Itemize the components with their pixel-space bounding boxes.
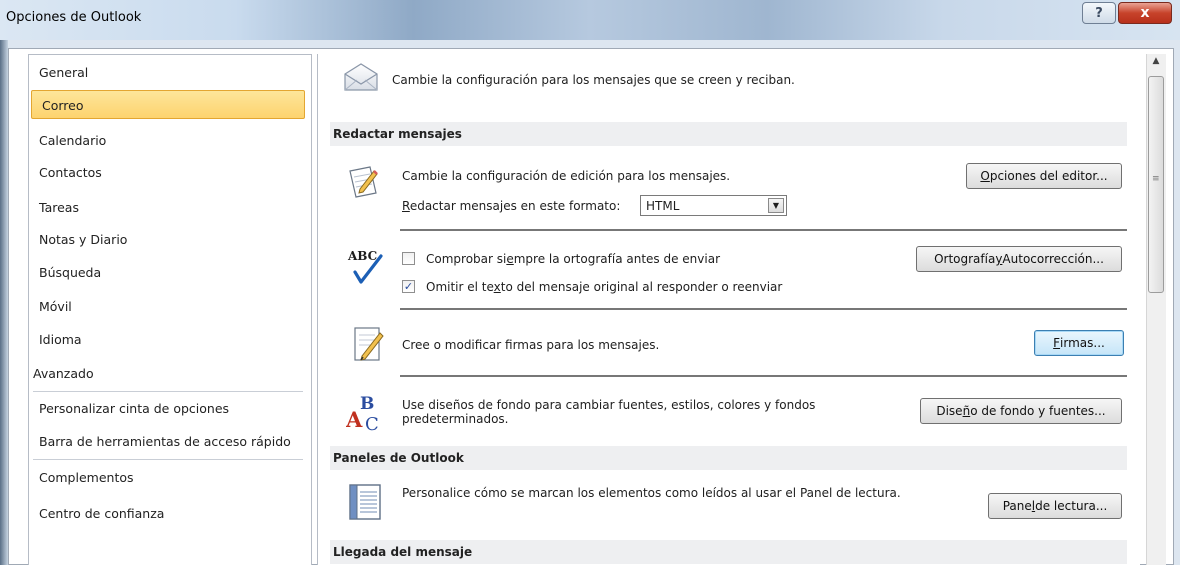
signatures-button[interactable]: Firmas... xyxy=(1034,330,1124,356)
stationery-description-line2: predeterminados. xyxy=(402,412,509,426)
spell-check-label-post: mpre la ortografía antes de enviar xyxy=(513,252,721,266)
stationery-button-label-post: o de fondo y fuentes... xyxy=(970,404,1106,418)
spell-check-checkbox[interactable] xyxy=(402,252,415,265)
edit-document-icon xyxy=(349,166,378,198)
sidebar-item-calendario[interactable]: Calendario xyxy=(39,133,106,148)
stationery-fonts-button[interactable]: Dise ñ o de fondo y fuentes... xyxy=(920,398,1122,424)
reading-pane-icon xyxy=(349,484,381,520)
omit-label-post: to del mensaje original al responder o r… xyxy=(500,280,783,294)
reading-button-label-post: de lectura... xyxy=(1035,499,1108,513)
scroll-up-icon[interactable]: ▲ xyxy=(1146,56,1166,74)
omit-original-checkbox[interactable]: ✓ xyxy=(402,280,415,293)
spell-button-accesskey: y xyxy=(995,252,1003,266)
chevron-down-icon[interactable]: ▼ xyxy=(768,198,784,213)
spell-button-label-post: Autocorrección... xyxy=(1002,252,1104,266)
format-label-text: edactar mensajes en este formato: xyxy=(409,199,621,213)
signature-pen-icon xyxy=(354,327,384,361)
format-select-value: HTML xyxy=(646,199,680,213)
sidebar-item-avanzado[interactable]: Avanzado xyxy=(33,366,94,381)
window-left-edge xyxy=(0,40,8,565)
spell-button-label-pre: Ortografía xyxy=(934,252,996,266)
sidebar-divider xyxy=(33,391,303,392)
format-label-accesskey: R xyxy=(402,199,410,213)
spelling-autocorrect-button[interactable]: Ortografía y Autocorrección... xyxy=(916,246,1122,272)
section-divider xyxy=(400,308,1127,310)
section-header-redactar: Redactar mensajes xyxy=(330,122,1127,146)
page-header: Cambie la configuración para los mensaje… xyxy=(392,73,795,87)
sidebar-item-notas[interactable]: Notas y Diario xyxy=(39,232,127,247)
reading-button-label-pre: Pane xyxy=(1002,499,1032,513)
envelope-icon xyxy=(344,63,378,91)
sidebar-item-contactos[interactable]: Contactos xyxy=(39,165,102,180)
stationery-button-label-pre: Dise xyxy=(936,404,963,418)
editor-button-label-post: pciones del editor... xyxy=(989,169,1108,183)
sidebar-item-movil[interactable]: Móvil xyxy=(39,299,72,314)
section-header-paneles: Paneles de Outlook xyxy=(330,446,1127,470)
omit-original-label: Omitir el texto del mensaje original al … xyxy=(426,280,782,294)
sidebar-item-complementos[interactable]: Complementos xyxy=(39,470,134,485)
signatures-button-accesskey: F xyxy=(1053,336,1061,350)
signatures-description: Cree o modificar firmas para los mensaje… xyxy=(402,338,660,352)
editing-description: Cambie la configuración de edición para … xyxy=(402,169,731,183)
sidebar-item-personalizar-cinta[interactable]: Personalizar cinta de opciones xyxy=(39,401,229,416)
reading-pane-button[interactable]: Pane l de lectura... xyxy=(988,493,1122,519)
sidebar-item-general[interactable]: General xyxy=(39,65,88,80)
stationery-button-accesskey: ñ xyxy=(962,404,971,418)
stationery-letters-icon: B A C xyxy=(346,394,379,433)
sidebar-item-tareas[interactable]: Tareas xyxy=(39,200,79,215)
section-divider xyxy=(400,229,1127,231)
signatures-button-label: irmas... xyxy=(1060,336,1105,350)
help-icon: ? xyxy=(1095,5,1103,21)
svg-text:C: C xyxy=(365,414,379,433)
close-button[interactable]: x xyxy=(1118,2,1172,24)
reading-pane-description: Personalice cómo se marcan los elementos… xyxy=(402,486,901,500)
window-title: Opciones de Outlook xyxy=(6,10,142,25)
spell-check-label-pre: Comprobar si xyxy=(426,252,507,266)
editor-button-accesskey: O xyxy=(980,169,990,183)
scrollbar-thumb[interactable] xyxy=(1148,76,1164,293)
section-divider xyxy=(400,375,1127,377)
editor-options-button[interactable]: Opciones del editor... xyxy=(966,163,1122,189)
close-icon: x xyxy=(1140,5,1150,21)
title-bar: Opciones de Outlook ? x xyxy=(0,0,1180,40)
section-header-llegada: Llegada del mensaje xyxy=(330,540,1127,564)
help-button[interactable]: ? xyxy=(1082,2,1116,24)
format-label: Redactar mensajes en este formato: xyxy=(402,199,620,213)
sidebar-item-idioma[interactable]: Idioma xyxy=(39,332,82,347)
sidebar-item-busqueda[interactable]: Búsqueda xyxy=(39,265,101,280)
sidebar-item-correo[interactable]: Correo xyxy=(31,90,305,119)
svg-text:ABC: ABC xyxy=(347,249,377,263)
omit-label-accesskey: x xyxy=(493,280,501,294)
options-sidebar: General Correo Calendario Contactos Tare… xyxy=(28,54,312,565)
svg-text:A: A xyxy=(346,407,363,432)
sidebar-item-barra-acceso-rapido[interactable]: Barra de herramientas de acceso rápido xyxy=(39,434,291,449)
spell-check-label: Comprobar siempre la ortografía antes de… xyxy=(426,252,720,266)
abc-check-icon: ABC xyxy=(347,249,383,284)
format-select[interactable]: HTML ▼ xyxy=(640,195,787,216)
spell-check-accesskey: e xyxy=(506,252,514,266)
sidebar-divider xyxy=(33,459,303,460)
omit-label-pre: Omitir el te xyxy=(426,280,494,294)
sidebar-item-centro-confianza[interactable]: Centro de confianza xyxy=(39,506,164,521)
grip-icon: ≡ xyxy=(1152,174,1160,184)
stationery-description-line1: Use diseños de fondo para cambiar fuente… xyxy=(402,398,816,412)
